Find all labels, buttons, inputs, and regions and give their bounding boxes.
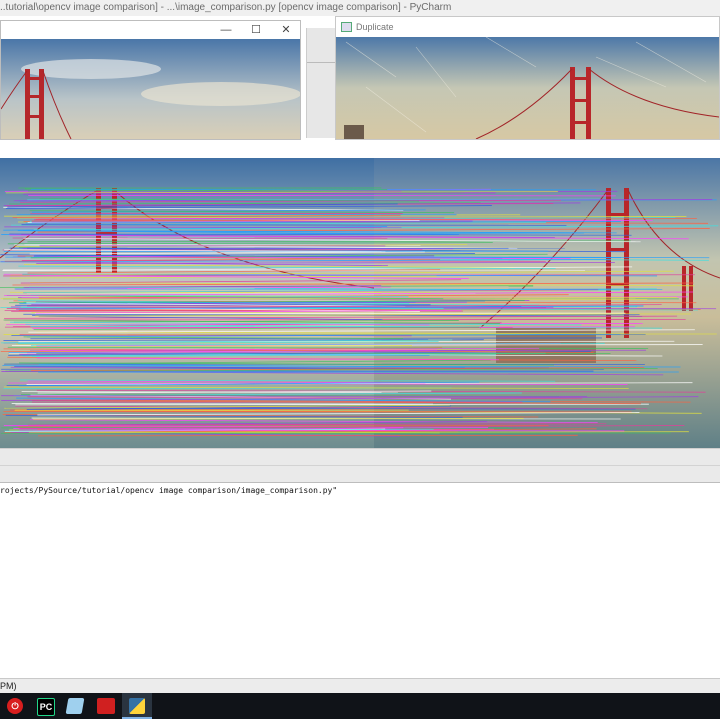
source-image-window[interactable]: — ☐ ✕ [0, 20, 301, 140]
original-bridge-image [1, 39, 300, 139]
run-console[interactable]: rojects/PySource/tutorial/opencv image c… [0, 482, 720, 679]
windows-taskbar: ⏻ PC [0, 693, 720, 719]
power-glyph: ⏻ [7, 698, 23, 714]
maximize-button[interactable]: ☐ [241, 21, 271, 39]
status-bar: PM) [0, 678, 720, 694]
notes-icon[interactable] [60, 693, 90, 719]
video-editor-icon[interactable] [90, 693, 120, 719]
close-button[interactable]: ✕ [271, 21, 301, 39]
window-app-icon [341, 22, 352, 32]
pycharm-glyph: PC [37, 698, 55, 716]
ide-editor-gutter [306, 28, 336, 138]
duplicate-window-title: Duplicate [356, 22, 394, 32]
video-glyph [97, 698, 115, 714]
ide-title-bar: ..tutorial\opencv image comparison] - ..… [0, 0, 720, 16]
tool-window-divider [0, 465, 720, 466]
pycharm-icon[interactable]: PC [30, 693, 60, 719]
panel-separator [0, 140, 720, 158]
duplicate-image-window[interactable]: Duplicate [335, 16, 720, 140]
gutter-divider [307, 62, 336, 63]
ide-tool-window-bar [0, 448, 720, 483]
minimize-button[interactable]: — [211, 21, 241, 39]
status-text: PM) [0, 681, 17, 691]
power-icon[interactable]: ⏻ [0, 693, 30, 719]
match-line [11, 403, 434, 405]
source-window-caption[interactable]: — ☐ ✕ [1, 21, 300, 39]
console-output-line: rojects/PySource/tutorial/opencv image c… [0, 486, 338, 495]
matches-image [0, 158, 720, 448]
window-title: ..tutorial\opencv image comparison] - ..… [0, 2, 452, 13]
notes-glyph [65, 698, 85, 714]
duplicate-bridge-image [336, 37, 719, 139]
python-icon[interactable] [122, 693, 152, 719]
match-line [28, 194, 616, 197]
feature-matches-window [0, 158, 720, 448]
duplicate-window-caption[interactable]: Duplicate [336, 17, 719, 37]
python-glyph [129, 698, 145, 714]
